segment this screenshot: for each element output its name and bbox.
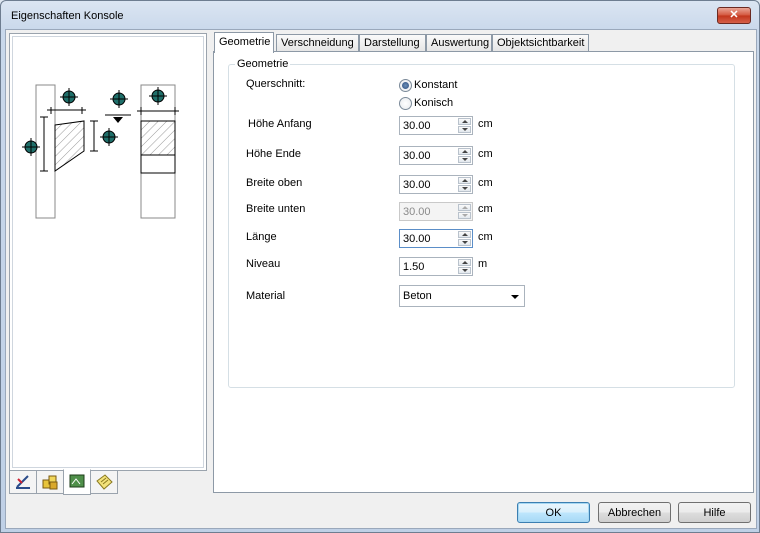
breite-oben-value[interactable]: 30.00 [403, 179, 431, 191]
laenge-spinbox[interactable]: 30.00 [399, 229, 473, 248]
spin-up-button[interactable] [458, 148, 471, 155]
niveau-spinbox[interactable]: 1.50 [399, 257, 473, 276]
spin-down-button[interactable] [458, 239, 471, 246]
materials-icon [42, 475, 58, 490]
chevron-down-icon[interactable] [511, 295, 519, 299]
spin-up-button [458, 204, 471, 211]
tab-objektsichtbarkeit[interactable]: Objektsichtbarkeit [492, 34, 589, 51]
laenge-value[interactable]: 30.00 [403, 233, 431, 245]
window-title: Eigenschaften Konsole [11, 10, 124, 22]
dialog-client-area: Geometrie Verschneidung Darstellung Ausw… [5, 29, 757, 529]
hoehe-ende-label: Höhe Ende [246, 148, 302, 160]
spin-up-button[interactable] [458, 177, 471, 184]
spin-up-button[interactable] [458, 231, 471, 238]
hoehe-anfang-label: Höhe Anfang [248, 118, 312, 130]
hoehe-anfang-unit: cm [478, 118, 493, 130]
breite-unten-value: 30.00 [403, 206, 431, 218]
spin-up-button[interactable] [458, 118, 471, 125]
left-tab-2[interactable] [36, 470, 64, 494]
console-diagram [22, 84, 179, 219]
laenge-unit: cm [478, 231, 493, 243]
querschnitt-label: Querschnitt: [246, 78, 306, 90]
help-button[interactable]: Hilfe [678, 502, 751, 523]
groupbox-label: Geometrie [235, 58, 291, 70]
preview-panel [9, 33, 207, 471]
konisch-radio[interactable] [399, 97, 412, 110]
title-bar[interactable]: Eigenschaften Konsole ✕ [1, 1, 759, 29]
konstant-label[interactable]: Konstant [414, 79, 457, 91]
spin-down-button[interactable] [458, 126, 471, 133]
material-label: Material [246, 290, 286, 302]
tab-darstellung[interactable]: Darstellung [359, 34, 426, 51]
breite-unten-unit: cm [478, 203, 493, 215]
geometrie-groupbox: Geometrie [228, 58, 735, 388]
left-tab-4[interactable] [90, 470, 118, 494]
tab-geometrie[interactable]: Geometrie [214, 32, 274, 53]
cancel-button[interactable]: Abbrechen [598, 502, 671, 523]
laenge-label: Länge [246, 231, 277, 243]
spin-up-button[interactable] [458, 259, 471, 266]
hoehe-ende-unit: cm [478, 148, 493, 160]
spin-down-button [458, 212, 471, 219]
preview-canvas [12, 36, 204, 468]
hoehe-anfang-value[interactable]: 30.00 [403, 120, 431, 132]
ok-button[interactable]: OK [517, 502, 590, 523]
dialog-window: Eigenschaften Konsole ✕ Geometrie Versch… [0, 0, 760, 533]
spin-down-button[interactable] [458, 156, 471, 163]
breite-oben-unit: cm [478, 177, 493, 189]
layer-properties-icon [69, 474, 85, 488]
niveau-label: Niveau [246, 258, 281, 270]
niveau-unit: m [478, 258, 488, 270]
hoehe-ende-spinbox[interactable]: 30.00 [399, 146, 473, 165]
breite-unten-label: Breite unten [246, 203, 306, 215]
material-value[interactable]: Beton [403, 290, 432, 302]
spin-down-button[interactable] [458, 267, 471, 274]
geometrie-tab-page: Geometrie Querschnitt: Konstant Konisch … [213, 51, 754, 493]
spin-down-button[interactable] [458, 185, 471, 192]
hoehe-anfang-spinbox[interactable]: 30.00 [399, 116, 473, 135]
breite-oben-spinbox[interactable]: 30.00 [399, 175, 473, 194]
breite-oben-label: Breite oben [246, 177, 303, 189]
note-icon [96, 474, 113, 490]
drawing-ruler-icon [16, 475, 30, 489]
konisch-label[interactable]: Konisch [414, 97, 453, 109]
niveau-value[interactable]: 1.50 [403, 261, 424, 273]
close-button[interactable]: ✕ [717, 7, 751, 24]
tab-verschneidung[interactable]: Verschneidung [276, 34, 359, 51]
left-tab-1[interactable] [9, 470, 37, 494]
konstant-radio[interactable] [399, 79, 412, 92]
breite-unten-spinbox: 30.00 [399, 202, 473, 221]
left-tab-3[interactable] [63, 469, 91, 495]
tab-auswertung[interactable]: Auswertung [426, 34, 492, 51]
hoehe-ende-value[interactable]: 30.00 [403, 150, 431, 162]
close-icon: ✕ [729, 9, 739, 21]
material-select[interactable]: Beton [399, 285, 525, 307]
